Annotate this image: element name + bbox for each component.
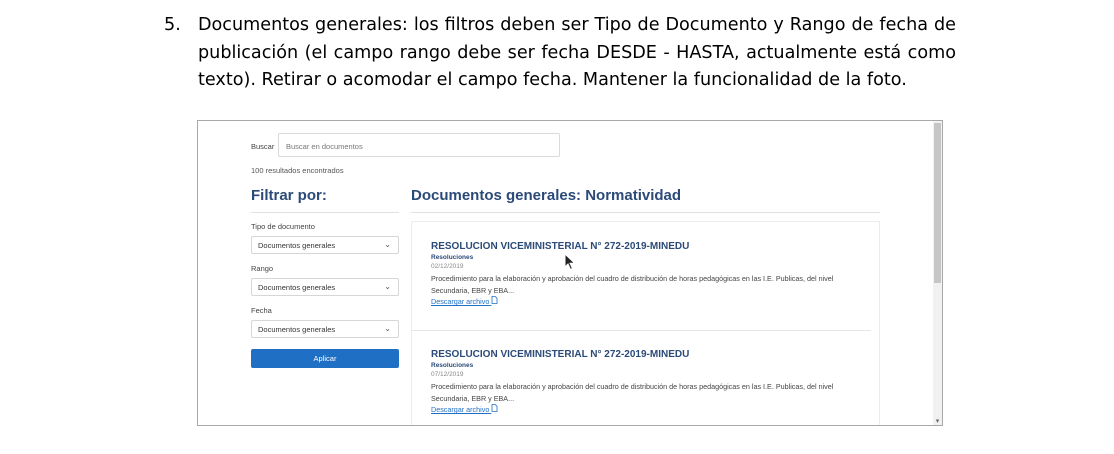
result-description: Procedimiento para la elaboración y apro… bbox=[431, 382, 834, 403]
results-count: 100 resultados encontrados bbox=[251, 166, 344, 175]
results-list: RESOLUCION VICEMINISTERIAL N° 272-2019-M… bbox=[411, 221, 880, 425]
fecha-value: Documentos generales bbox=[258, 325, 336, 334]
rango-select[interactable]: Documentos generales ⌄ bbox=[251, 278, 399, 296]
chevron-down-icon: ⌄ bbox=[384, 240, 391, 249]
tipo-select[interactable]: Documentos generales ⌄ bbox=[251, 236, 399, 254]
fecha-label: Fecha bbox=[251, 306, 272, 315]
scrollbar[interactable]: ▾ bbox=[933, 121, 942, 425]
download-link[interactable]: Descargar archivo bbox=[431, 296, 871, 307]
result-date: 07/12/2019 bbox=[431, 371, 464, 378]
result-category: Resoluciones bbox=[431, 254, 474, 261]
search-placeholder: Buscar en documentos bbox=[286, 142, 363, 151]
main-divider bbox=[411, 212, 880, 213]
fecha-select[interactable]: Documentos generales ⌄ bbox=[251, 320, 399, 338]
download-link[interactable]: Descargar archivo bbox=[431, 404, 871, 415]
file-icon bbox=[491, 296, 498, 304]
file-icon bbox=[491, 404, 498, 412]
tipo-label: Tipo de documento bbox=[251, 222, 315, 231]
requirement-paragraph: Documentos generales: los filtros deben … bbox=[198, 15, 956, 90]
scrollbar-thumb[interactable] bbox=[934, 123, 941, 283]
list-item: RESOLUCION VICEMINISTERIAL N° 272-2019-M… bbox=[431, 241, 871, 307]
download-label: Descargar archivo bbox=[431, 405, 490, 414]
filter-divider bbox=[251, 212, 399, 213]
mouse-cursor-icon bbox=[564, 253, 576, 271]
search-label: Buscar bbox=[251, 142, 275, 151]
result-divider bbox=[412, 330, 871, 331]
result-description: Procedimiento para la elaboración y apro… bbox=[431, 274, 834, 295]
chevron-down-icon: ⌄ bbox=[384, 282, 391, 291]
rango-value: Documentos generales bbox=[258, 283, 336, 292]
filter-title: Filtrar por: bbox=[251, 187, 327, 204]
result-date: 02/12/2019 bbox=[431, 263, 464, 270]
chevron-down-icon: ⌄ bbox=[384, 324, 391, 333]
scroll-down-arrow-icon[interactable]: ▾ bbox=[934, 418, 941, 425]
main-title: Documentos generales: Normatividad bbox=[411, 187, 682, 204]
apply-button[interactable]: Aplicar bbox=[251, 349, 399, 368]
result-title[interactable]: RESOLUCION VICEMINISTERIAL N° 272-2019-M… bbox=[431, 349, 871, 361]
list-number: 5. bbox=[164, 15, 181, 35]
rango-label: Rango bbox=[251, 264, 274, 273]
list-item: RESOLUCION VICEMINISTERIAL N° 272-2019-M… bbox=[431, 349, 871, 415]
tipo-value: Documentos generales bbox=[258, 241, 336, 250]
result-category: Resoluciones bbox=[431, 362, 474, 369]
embedded-screenshot: Buscar Buscar en documentos 100 resultad… bbox=[197, 120, 943, 426]
download-label: Descargar archivo bbox=[431, 297, 490, 306]
search-input[interactable]: Buscar en documentos bbox=[278, 133, 560, 157]
result-title[interactable]: RESOLUCION VICEMINISTERIAL N° 272-2019-M… bbox=[431, 241, 871, 253]
